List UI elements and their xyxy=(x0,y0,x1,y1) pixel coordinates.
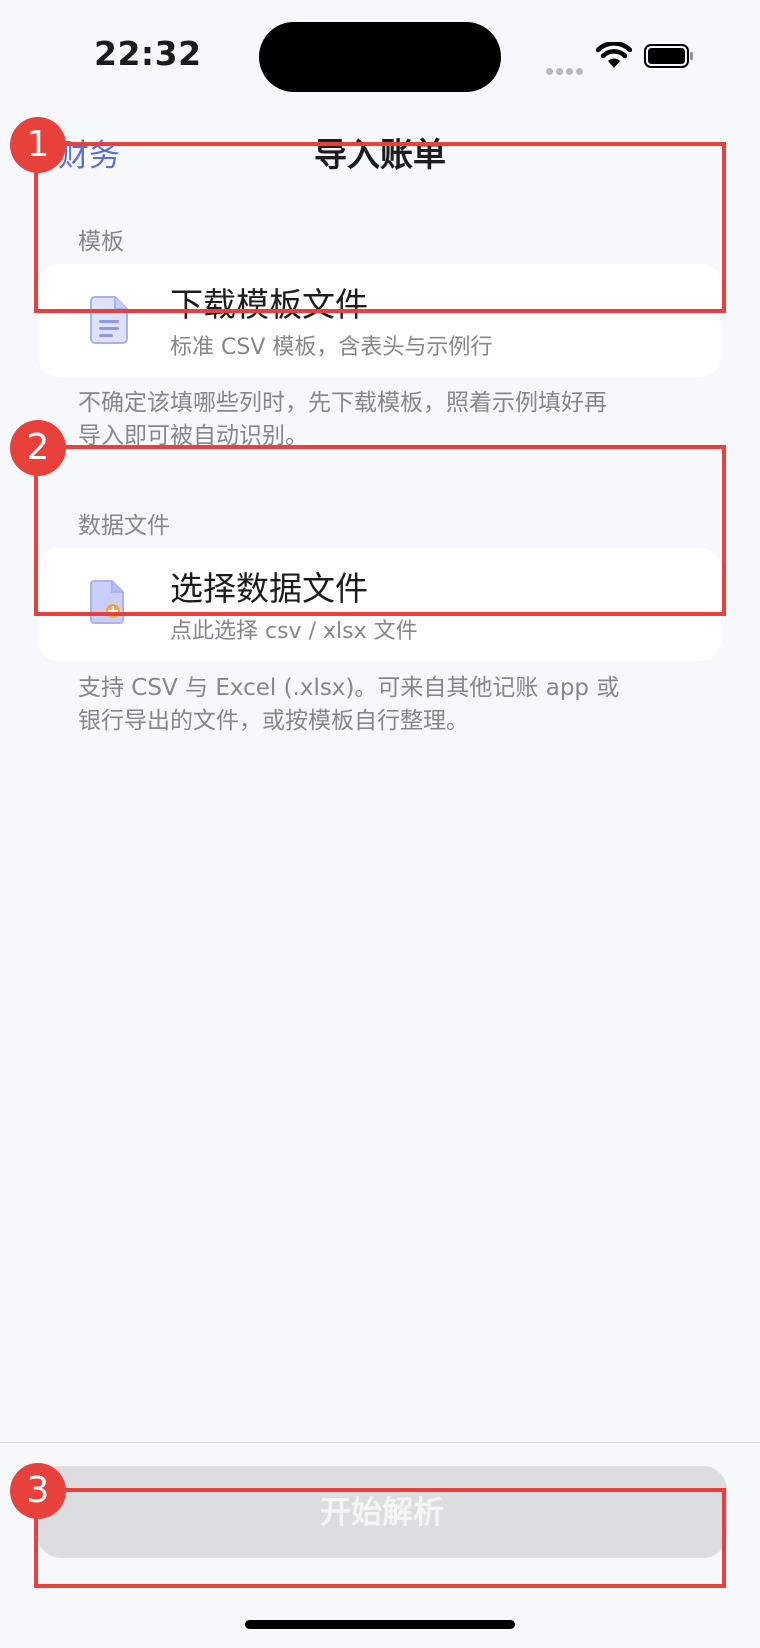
status-time: 22:32 xyxy=(94,34,202,73)
annotation-box-1 xyxy=(34,142,726,313)
card-subtitle: 标准 CSV 模板，含表头与示例行 xyxy=(170,335,493,360)
bottom-divider xyxy=(0,1442,760,1443)
wifi-icon xyxy=(596,42,632,68)
status-bar: 22:32 xyxy=(0,0,760,110)
annotation-badge-3: 3 xyxy=(10,1463,66,1519)
card-subtitle: 点此选择 csv / xlsx 文件 xyxy=(170,619,418,644)
dynamic-island xyxy=(259,22,501,92)
annotation-box-2 xyxy=(34,445,726,616)
annotation-box-3 xyxy=(34,1488,726,1588)
home-indicator xyxy=(245,1620,515,1629)
template-footnote: 不确定该填哪些列时，先下载模板，照着示例填好再 导入即可被自动识别。 xyxy=(78,390,607,449)
annotation-badge-2: 2 xyxy=(10,420,66,476)
data-file-footnote: 支持 CSV 与 Excel (.xlsx)。可来自其他记账 app 或 银行导… xyxy=(78,675,620,734)
signal-dots-icon xyxy=(546,60,586,79)
battery-icon xyxy=(644,44,693,68)
annotation-badge-1: 1 xyxy=(10,117,66,173)
